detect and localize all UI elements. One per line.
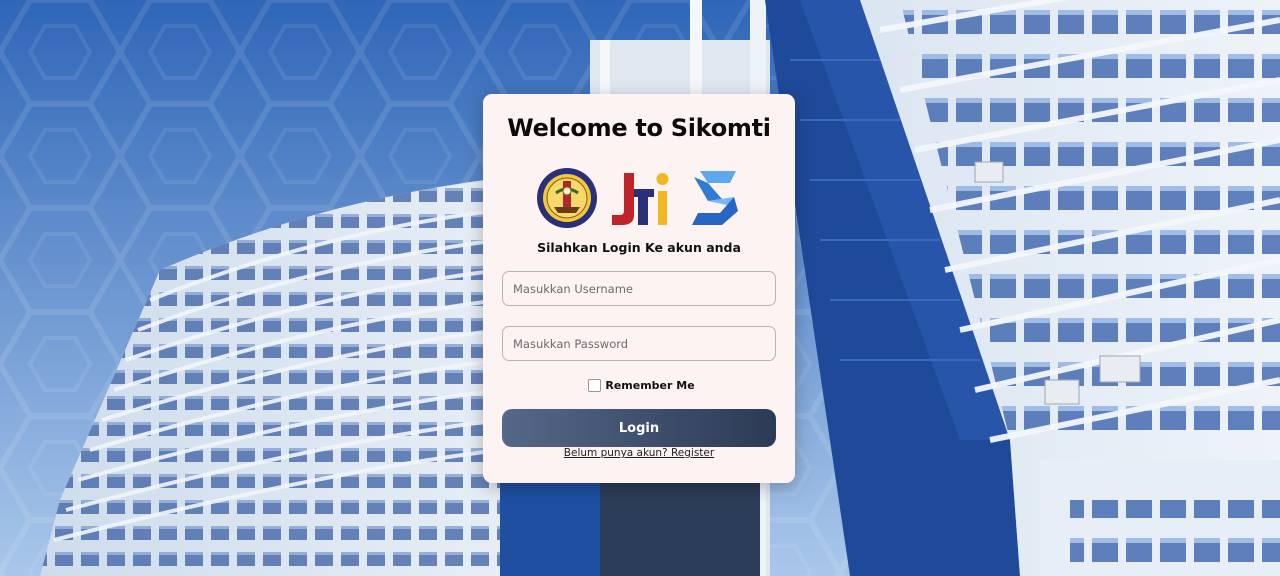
logo-row [483, 166, 795, 230]
sikomti-s-logo [692, 171, 738, 225]
login-card: Welcome to Sikomti Silahkan Login Ke aku [483, 94, 795, 483]
register-link[interactable]: Belum punya akun? Register [483, 447, 795, 459]
remember-me-label[interactable]: Remember Me [605, 379, 694, 392]
remember-me-row: Remember Me [483, 379, 795, 392]
remember-me-checkbox[interactable] [588, 379, 602, 392]
username-input[interactable] [502, 271, 776, 306]
login-button[interactable]: Login [502, 409, 776, 447]
password-input[interactable] [502, 326, 776, 361]
polines-seal-logo [537, 168, 597, 228]
login-subtitle: Silahkan Login Ke akun anda [537, 240, 741, 255]
jti-logo [612, 173, 669, 225]
page-title: Welcome to Sikomti [507, 114, 771, 142]
